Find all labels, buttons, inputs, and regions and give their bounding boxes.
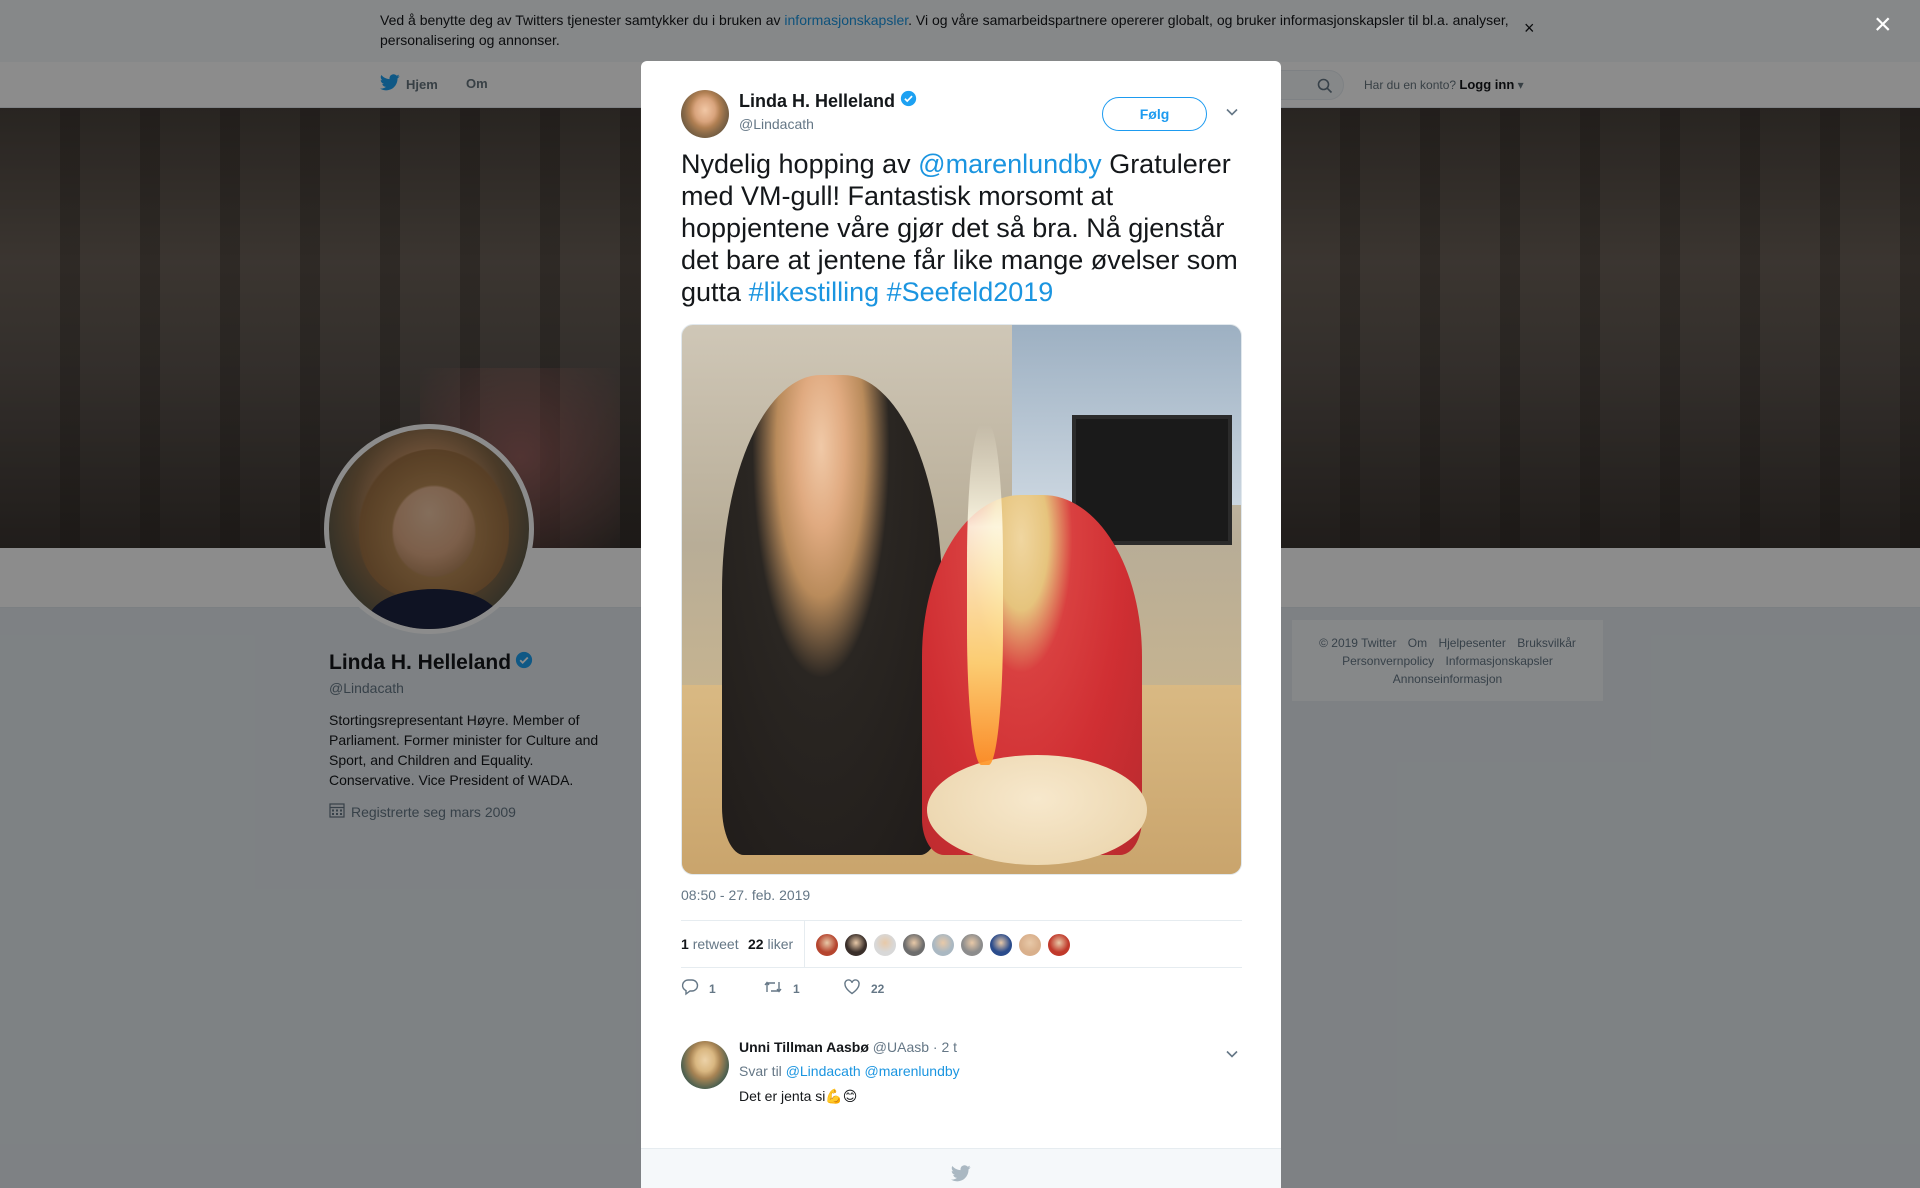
retweet-count-stat[interactable]: 1 retweet — [681, 936, 739, 952]
reply-mention-link[interactable]: @marenlundby — [865, 1063, 960, 1079]
reply-author-avatar[interactable] — [681, 1041, 729, 1089]
liker-avatar[interactable] — [1047, 933, 1071, 957]
tweet-actions: 1 1 22 — [681, 978, 981, 1002]
verified-badge-icon — [900, 90, 917, 112]
reply-author-handle[interactable]: @UAasb — [873, 1039, 929, 1055]
tweet-mention-link[interactable]: @marenlundby — [918, 149, 1102, 179]
reply-header: Unni Tillman Aasbø @UAasb · 2 t — [739, 1039, 957, 1055]
tweet-timestamp[interactable]: 08:50 - 27. feb. 2019 — [681, 887, 810, 903]
retweet-icon — [763, 978, 783, 999]
photo-sparkler — [967, 425, 1003, 765]
reply-text: Det er jenta si💪😊 — [739, 1088, 858, 1104]
like-action[interactable]: 22 — [843, 978, 884, 999]
like-count-stat[interactable]: 22 liker — [748, 936, 793, 952]
reply-mention-link[interactable]: @Lindacath — [786, 1063, 861, 1079]
reply-action[interactable]: 1 — [681, 978, 716, 999]
tweet-permalink-modal: Linda H. Helleland @Lindacath Følg Nydel… — [641, 61, 1281, 1188]
tweet-stats: 1 retweet 22 liker — [681, 920, 1242, 968]
tweet-text: Nydelig hopping av @marenlundby Gratuler… — [681, 149, 1238, 307]
tweet-hashtag-link[interactable]: #Seefeld2019 — [887, 277, 1054, 307]
photo-cake — [927, 755, 1147, 865]
heart-icon — [843, 978, 861, 999]
tweet-author-handle[interactable]: @Lindacath — [739, 116, 814, 132]
retweet-action[interactable]: 1 — [763, 978, 800, 999]
stats-divider — [804, 921, 805, 968]
modal-footer — [641, 1148, 1281, 1188]
tweet-author-name[interactable]: Linda H. Helleland — [739, 90, 917, 112]
tweet-author-avatar[interactable] — [681, 90, 729, 138]
liker-avatar[interactable] — [931, 933, 955, 957]
tweet-photo[interactable] — [681, 324, 1242, 875]
follow-button[interactable]: Følg — [1102, 97, 1207, 131]
liker-avatars — [815, 933, 1071, 957]
liker-avatar[interactable] — [815, 933, 839, 957]
liker-avatar[interactable] — [989, 933, 1013, 957]
liker-avatar[interactable] — [902, 933, 926, 957]
liker-avatar[interactable] — [960, 933, 984, 957]
reply-context: Svar til @Lindacath @marenlundby — [739, 1063, 960, 1079]
twitter-bird-icon — [950, 1165, 971, 1187]
liker-avatar[interactable] — [873, 933, 897, 957]
photo-person-left — [722, 375, 942, 855]
tweet-menu-chevron-down-icon[interactable] — [1225, 104, 1239, 122]
tweet-hashtag-link[interactable]: #likestilling — [749, 277, 880, 307]
reply-icon — [681, 978, 699, 999]
reply-author-name[interactable]: Unni Tillman Aasbø — [739, 1039, 869, 1055]
reply-time[interactable]: · 2 t — [933, 1039, 957, 1055]
reply-menu-chevron-down-icon[interactable] — [1225, 1046, 1239, 1064]
liker-avatar[interactable] — [1018, 933, 1042, 957]
liker-avatar[interactable] — [844, 933, 868, 957]
close-modal-button[interactable]: × — [1874, 10, 1892, 40]
